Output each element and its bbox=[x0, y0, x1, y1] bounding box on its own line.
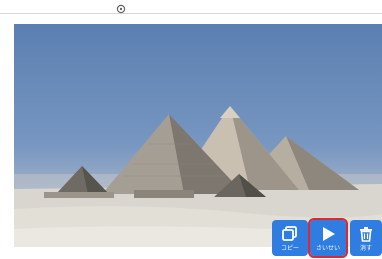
action-toolbar: コピー さいせい 消す bbox=[268, 218, 382, 259]
play-icon bbox=[323, 226, 335, 241]
copy-icon bbox=[282, 225, 297, 241]
copy-label: コピー bbox=[280, 244, 299, 252]
delete-label: 消す bbox=[359, 244, 372, 252]
trash-icon bbox=[360, 226, 372, 242]
divider bbox=[0, 13, 382, 14]
copy-button[interactable]: コピー bbox=[272, 220, 308, 256]
play-button[interactable]: さいせい bbox=[308, 218, 348, 258]
cursor-icon bbox=[116, 4, 126, 14]
delete-button[interactable]: 消す bbox=[350, 220, 382, 256]
pyramids-image bbox=[14, 24, 382, 247]
top-bar bbox=[0, 0, 382, 24]
play-label: さいせい bbox=[315, 244, 340, 252]
